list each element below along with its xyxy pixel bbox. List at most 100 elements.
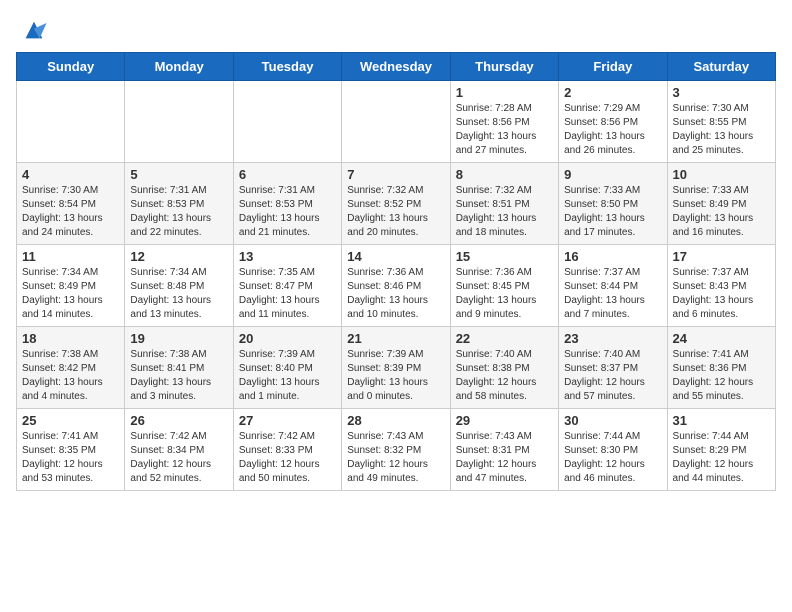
calendar-day-cell: 14 Sunrise: 7:36 AM Sunset: 8:46 PM Dayli… [342, 245, 450, 327]
day-number: 8 [456, 167, 553, 182]
day-of-week-header: Saturday [667, 53, 775, 81]
calendar-day-cell: 1Sunrise: 7:28 AM Sunset: 8:56 PM Daylig… [450, 81, 558, 163]
day-info: Sunrise: 7:35 AM Sunset: 8:47 PM Dayligh… [239, 266, 336, 322]
day-info: Sunrise: 7:38 AM Sunset: 8:42 PM Dayligh… [22, 348, 119, 404]
day-number: 13 [239, 249, 336, 264]
calendar-day-cell: 5Sunrise: 7:31 AM Sunset: 8:53 PM Daylig… [125, 163, 233, 245]
day-number: 29 [456, 413, 553, 428]
day-number: 28 [347, 413, 444, 428]
day-of-week-header: Sunday [17, 53, 125, 81]
day-of-week-header: Wednesday [342, 53, 450, 81]
calendar: SundayMondayTuesdayWednesdayThursdayFrid… [16, 52, 776, 491]
day-number: 9 [564, 167, 661, 182]
day-info: Sunrise: 7:29 AM Sunset: 8:56 PM Dayligh… [564, 102, 661, 158]
calendar-day-cell: 2 Sunrise: 7:29 AM Sunset: 8:56 PM Daylig… [559, 81, 667, 163]
day-info: Sunrise: 7:36 AM Sunset: 8:46 PM Dayligh… [347, 266, 444, 322]
calendar-day-cell: 3 Sunrise: 7:30 AM Sunset: 8:55 PM Daylig… [667, 81, 775, 163]
day-info: Sunrise: 7:41 AM Sunset: 8:36 PM Dayligh… [673, 348, 770, 404]
day-number: 15 [456, 249, 553, 264]
day-number: 20 [239, 331, 336, 346]
day-number: 16 [564, 249, 661, 264]
calendar-day-cell [233, 81, 341, 163]
calendar-day-cell: 17Sunrise: 7:37 AM Sunset: 8:43 PM Dayli… [667, 245, 775, 327]
calendar-day-cell: 26Sunrise: 7:42 AM Sunset: 8:34 PM Dayli… [125, 409, 233, 491]
calendar-day-cell: 22 Sunrise: 7:40 AM Sunset: 8:38 PM Dayli… [450, 327, 558, 409]
calendar-week-row: 4 Sunrise: 7:30 AM Sunset: 8:54 PM Daylig… [17, 163, 776, 245]
calendar-day-cell [125, 81, 233, 163]
day-info: Sunrise: 7:33 AM Sunset: 8:50 PM Dayligh… [564, 184, 661, 240]
calendar-week-row: 25 Sunrise: 7:41 AM Sunset: 8:35 PM Dayli… [17, 409, 776, 491]
day-info: Sunrise: 7:32 AM Sunset: 8:51 PM Dayligh… [456, 184, 553, 240]
day-info: Sunrise: 7:40 AM Sunset: 8:38 PM Dayligh… [456, 348, 553, 404]
day-number: 3 [673, 85, 770, 100]
day-info: Sunrise: 7:31 AM Sunset: 8:53 PM Dayligh… [130, 184, 227, 240]
day-info: Sunrise: 7:39 AM Sunset: 8:39 PM Dayligh… [347, 348, 444, 404]
day-number: 19 [130, 331, 227, 346]
calendar-day-cell: 9 Sunrise: 7:33 AM Sunset: 8:50 PM Daylig… [559, 163, 667, 245]
day-number: 10 [673, 167, 770, 182]
day-info: Sunrise: 7:39 AM Sunset: 8:40 PM Dayligh… [239, 348, 336, 404]
day-info: Sunrise: 7:30 AM Sunset: 8:54 PM Dayligh… [22, 184, 119, 240]
calendar-day-cell: 11 Sunrise: 7:34 AM Sunset: 8:49 PM Dayli… [17, 245, 125, 327]
calendar-day-cell: 30 Sunrise: 7:44 AM Sunset: 8:30 PM Dayli… [559, 409, 667, 491]
day-number: 11 [22, 249, 119, 264]
calendar-day-cell: 7Sunrise: 7:32 AM Sunset: 8:52 PM Daylig… [342, 163, 450, 245]
header [16, 16, 776, 44]
day-of-week-header: Friday [559, 53, 667, 81]
day-of-week-header: Tuesday [233, 53, 341, 81]
day-number: 24 [673, 331, 770, 346]
calendar-day-cell: 31 Sunrise: 7:44 AM Sunset: 8:29 PM Dayli… [667, 409, 775, 491]
calendar-day-cell: 8 Sunrise: 7:32 AM Sunset: 8:51 PM Daylig… [450, 163, 558, 245]
calendar-day-cell: 15 Sunrise: 7:36 AM Sunset: 8:45 PM Dayli… [450, 245, 558, 327]
day-info: Sunrise: 7:37 AM Sunset: 8:44 PM Dayligh… [564, 266, 661, 322]
day-info: Sunrise: 7:31 AM Sunset: 8:53 PM Dayligh… [239, 184, 336, 240]
day-info: Sunrise: 7:43 AM Sunset: 8:32 PM Dayligh… [347, 430, 444, 486]
calendar-day-cell [17, 81, 125, 163]
calendar-day-cell: 12 Sunrise: 7:34 AM Sunset: 8:48 PM Dayli… [125, 245, 233, 327]
day-number: 21 [347, 331, 444, 346]
day-info: Sunrise: 7:43 AM Sunset: 8:31 PM Dayligh… [456, 430, 553, 486]
day-number: 12 [130, 249, 227, 264]
day-info: Sunrise: 7:44 AM Sunset: 8:30 PM Dayligh… [564, 430, 661, 486]
day-number: 18 [22, 331, 119, 346]
day-info: Sunrise: 7:34 AM Sunset: 8:49 PM Dayligh… [22, 266, 119, 322]
day-number: 17 [673, 249, 770, 264]
day-number: 4 [22, 167, 119, 182]
calendar-day-cell: 25 Sunrise: 7:41 AM Sunset: 8:35 PM Dayli… [17, 409, 125, 491]
day-info: Sunrise: 7:32 AM Sunset: 8:52 PM Dayligh… [347, 184, 444, 240]
calendar-day-cell: 6 Sunrise: 7:31 AM Sunset: 8:53 PM Daylig… [233, 163, 341, 245]
day-info: Sunrise: 7:34 AM Sunset: 8:48 PM Dayligh… [130, 266, 227, 322]
day-info: Sunrise: 7:44 AM Sunset: 8:29 PM Dayligh… [673, 430, 770, 486]
day-info: Sunrise: 7:41 AM Sunset: 8:35 PM Dayligh… [22, 430, 119, 486]
day-number: 14 [347, 249, 444, 264]
calendar-week-row: 11 Sunrise: 7:34 AM Sunset: 8:49 PM Dayli… [17, 245, 776, 327]
calendar-day-cell: 28 Sunrise: 7:43 AM Sunset: 8:32 PM Dayli… [342, 409, 450, 491]
calendar-day-cell: 29 Sunrise: 7:43 AM Sunset: 8:31 PM Dayli… [450, 409, 558, 491]
calendar-day-cell: 19Sunrise: 7:38 AM Sunset: 8:41 PM Dayli… [125, 327, 233, 409]
calendar-day-cell [342, 81, 450, 163]
day-number: 25 [22, 413, 119, 428]
calendar-day-cell: 20 Sunrise: 7:39 AM Sunset: 8:40 PM Dayli… [233, 327, 341, 409]
calendar-header-row: SundayMondayTuesdayWednesdayThursdayFrid… [17, 53, 776, 81]
calendar-day-cell: 21 Sunrise: 7:39 AM Sunset: 8:39 PM Dayli… [342, 327, 450, 409]
calendar-day-cell: 16 Sunrise: 7:37 AM Sunset: 8:44 PM Dayli… [559, 245, 667, 327]
calendar-day-cell: 27Sunrise: 7:42 AM Sunset: 8:33 PM Dayli… [233, 409, 341, 491]
day-number: 26 [130, 413, 227, 428]
day-number: 23 [564, 331, 661, 346]
day-number: 22 [456, 331, 553, 346]
calendar-day-cell: 10 Sunrise: 7:33 AM Sunset: 8:49 PM Dayli… [667, 163, 775, 245]
day-number: 6 [239, 167, 336, 182]
day-info: Sunrise: 7:42 AM Sunset: 8:33 PM Dayligh… [239, 430, 336, 486]
day-info: Sunrise: 7:30 AM Sunset: 8:55 PM Dayligh… [673, 102, 770, 158]
calendar-day-cell: 18 Sunrise: 7:38 AM Sunset: 8:42 PM Dayli… [17, 327, 125, 409]
calendar-day-cell: 24 Sunrise: 7:41 AM Sunset: 8:36 PM Dayli… [667, 327, 775, 409]
day-number: 2 [564, 85, 661, 100]
day-number: 30 [564, 413, 661, 428]
day-info: Sunrise: 7:40 AM Sunset: 8:37 PM Dayligh… [564, 348, 661, 404]
day-info: Sunrise: 7:36 AM Sunset: 8:45 PM Dayligh… [456, 266, 553, 322]
calendar-day-cell: 13 Sunrise: 7:35 AM Sunset: 8:47 PM Dayli… [233, 245, 341, 327]
day-info: Sunrise: 7:33 AM Sunset: 8:49 PM Dayligh… [673, 184, 770, 240]
day-number: 31 [673, 413, 770, 428]
calendar-week-row: 18 Sunrise: 7:38 AM Sunset: 8:42 PM Dayli… [17, 327, 776, 409]
calendar-week-row: 1Sunrise: 7:28 AM Sunset: 8:56 PM Daylig… [17, 81, 776, 163]
